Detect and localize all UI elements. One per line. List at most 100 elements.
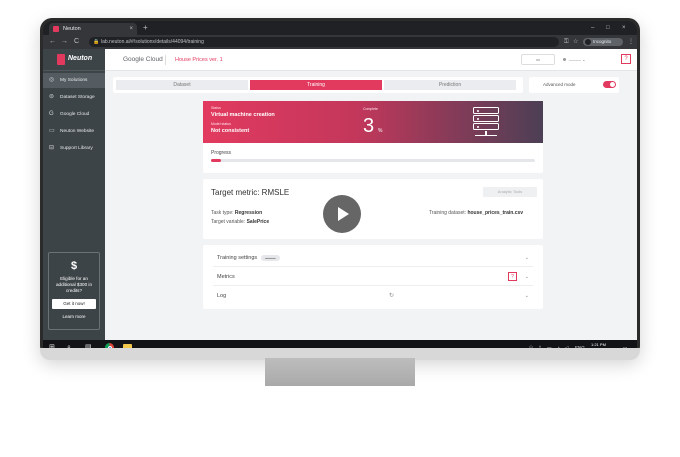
incognito-icon <box>585 39 591 45</box>
toggle-knob <box>610 82 615 87</box>
dollar-icon: $ <box>70 260 78 272</box>
advanced-mode-card: Advanced mode <box>529 77 619 93</box>
play-icon <box>338 207 349 221</box>
sidebar-item-neuton-website[interactable]: ▭ Neuton Website <box>43 124 105 139</box>
play-video-button[interactable] <box>323 195 361 233</box>
complete-unit: % <box>378 128 383 134</box>
monitor-stand <box>265 358 415 386</box>
incognito-badge[interactable]: Incognito <box>583 38 623 46</box>
sidebar: Neuton ◎ My Solutions ⊜ Dataset Storage … <box>43 49 105 340</box>
progress-fill <box>211 159 221 162</box>
complete-value: 3 <box>363 115 375 137</box>
forward-button[interactable]: → <box>61 37 68 47</box>
database-icon: ⊜ <box>49 94 55 100</box>
maximize-button[interactable]: □ <box>606 23 610 33</box>
step-prediction[interactable]: Prediction <box>384 80 516 90</box>
lock-icon: 🔒 <box>93 39 100 45</box>
chevron-down-icon: ⌄ <box>524 293 529 299</box>
task-type: Task type: Regression <box>211 210 263 216</box>
url-text: lab.neuton.ai/#/solutions/details/44094/… <box>101 39 204 45</box>
details-accordion: Training settings ▬▬▬ ⌄ Metrics ? ⌄ Log ↻… <box>203 245 543 309</box>
divider <box>165 55 166 65</box>
accordion-training-settings[interactable]: Training settings ▬▬▬ ⌄ <box>213 249 533 267</box>
chevron-down-icon: ⌄ <box>524 274 529 280</box>
learn-more-link[interactable]: Learn more <box>49 314 99 319</box>
step-training[interactable]: Training <box>250 80 382 90</box>
advanced-mode-label: Advanced mode <box>543 82 576 87</box>
monitor-frame: Neuton × + – □ × ← → C 🔒 lab.neuton.ai/#… <box>40 18 640 358</box>
sidebar-item-label: Google Cloud <box>60 112 90 117</box>
google-cloud-label: Google Cloud <box>123 56 163 63</box>
promo-text: Eligible for an additional $300 in credi… <box>55 276 92 293</box>
get-it-now-button[interactable]: Get it now! <box>52 299 96 309</box>
book-icon: ⊟ <box>49 145 55 151</box>
training-dataset: Training dataset: house_prices_train.csv <box>429 210 524 216</box>
close-window-button[interactable]: × <box>622 23 626 33</box>
neuton-favicon-icon <box>53 26 59 32</box>
loading-spinner-icon: ↻ <box>389 293 395 299</box>
target-metric-title: Target metric: RMSLE <box>211 188 290 197</box>
incognito-label: Incognito <box>593 39 612 44</box>
url-input[interactable]: 🔒 lab.neuton.ai/#/solutions/details/4409… <box>89 37 559 47</box>
target-metric-card: Target metric: RMSLE Analytic Tools Task… <box>203 179 543 239</box>
progress-label: Progress <box>211 150 232 156</box>
solutions-icon: ◎ <box>49 77 55 83</box>
star-icon[interactable]: ☆ <box>573 38 578 46</box>
accordion-label: Log <box>217 293 227 299</box>
server-icon <box>473 107 499 137</box>
complete-label: Complete <box>363 107 378 111</box>
sidebar-item-my-solutions[interactable]: ◎ My Solutions <box>43 73 105 88</box>
status-value: Virtual machine creation <box>211 112 275 118</box>
model-status-value: Not consistent <box>211 128 250 134</box>
brand[interactable]: Neuton <box>43 49 105 71</box>
browser-tab-bar: Neuton × + – □ × <box>43 21 637 35</box>
neuton-logo-icon <box>57 54 65 65</box>
accordion-label: Metrics <box>217 274 235 280</box>
training-status-card: Status Virtual machine creation Model st… <box>203 101 543 173</box>
new-tab-button[interactable]: + <box>143 23 148 33</box>
tab-title: Neuton <box>63 26 81 32</box>
model-status-label: Model status <box>211 122 231 126</box>
user-icon <box>563 58 566 61</box>
key-icon[interactable]: ⚿ <box>564 38 569 46</box>
progress-bar <box>211 159 535 162</box>
neuton-app: Neuton ◎ My Solutions ⊜ Dataset Storage … <box>43 49 637 340</box>
browser-menu-icon[interactable]: ⋮ <box>628 38 634 46</box>
help-button[interactable]: ? <box>621 54 631 64</box>
advanced-mode-toggle[interactable] <box>603 81 616 88</box>
metrics-help-icon[interactable]: ? <box>508 272 517 281</box>
monitor-icon: ▭ <box>49 128 55 134</box>
sidebar-item-support-library[interactable]: ⊟ Support Library <box>43 141 105 156</box>
status-banner: Status Virtual machine creation Model st… <box>203 101 543 143</box>
browser-address-bar: ← → C 🔒 lab.neuton.ai/#/solutions/detail… <box>43 35 637 49</box>
credits-promo: $ Eligible for an additional $300 in cre… <box>48 252 100 330</box>
accordion-log[interactable]: Log ↻ ⌄ <box>213 287 533 305</box>
beta-badge: ▬▬▬ <box>261 254 280 261</box>
reload-button[interactable]: C <box>74 37 79 47</box>
project-name[interactable]: House Prices ver. 1 <box>175 57 223 63</box>
accordion-label: Training settings <box>217 255 258 261</box>
sidebar-item-google-cloud[interactable]: G Google Cloud <box>43 107 105 122</box>
logo-text: Neuton <box>68 55 93 62</box>
user-dropdown[interactable]: ——— ⌄ <box>563 54 617 65</box>
status-label: Status <box>211 106 221 110</box>
screen: Neuton × + – □ × ← → C 🔒 lab.neuton.ai/#… <box>43 21 637 355</box>
top-bar: Google Cloud House Prices ver. 1 ▭ ——— ⌄… <box>105 49 637 71</box>
tab-close-icon[interactable]: × <box>129 23 133 35</box>
analytic-tools-button[interactable]: Analytic Tools <box>483 187 537 197</box>
minimize-button[interactable]: – <box>591 23 594 33</box>
sidebar-item-label: Support Library <box>60 146 93 151</box>
back-button[interactable]: ← <box>49 37 56 47</box>
chevron-down-icon: ⌄ <box>524 255 529 261</box>
sidebar-item-label: Dataset Storage <box>60 95 95 100</box>
browser-tab[interactable]: Neuton × <box>49 23 137 35</box>
google-icon: G <box>49 111 54 117</box>
accordion-metrics[interactable]: Metrics ? ⌄ <box>213 268 533 286</box>
workflow-steps: Dataset Training Prediction <box>113 77 523 93</box>
step-dataset[interactable]: Dataset <box>116 80 248 90</box>
user-card[interactable]: ▭ <box>521 54 555 65</box>
sidebar-item-label: My Solutions <box>60 78 88 83</box>
sidebar-item-dataset-storage[interactable]: ⊜ Dataset Storage <box>43 90 105 105</box>
sidebar-item-label: Neuton Website <box>60 129 95 134</box>
target-variable: Target variable: SalePrice <box>211 219 270 225</box>
